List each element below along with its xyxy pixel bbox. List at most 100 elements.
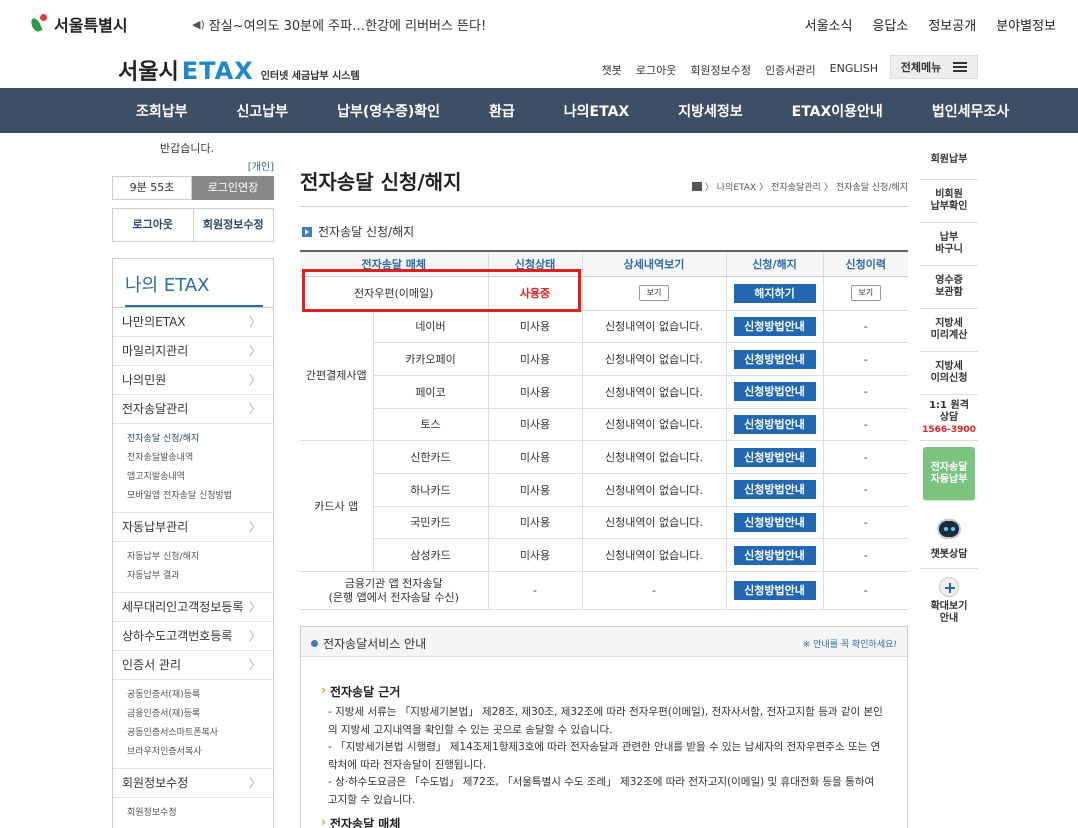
- quick-label: 전자송달: [930, 461, 968, 473]
- top-nav-news[interactable]: 서울소식: [805, 15, 853, 34]
- logout-button[interactable]: 로그아웃: [113, 209, 194, 241]
- info-box-title: 전자송달서비스 안내: [311, 635, 426, 652]
- util-english[interactable]: ENGLISH: [830, 62, 878, 78]
- gnb-receipt[interactable]: 납부(영수증)확인: [337, 101, 440, 121]
- apply-guide-button[interactable]: 신청방법안내: [733, 349, 816, 369]
- util-member-edit[interactable]: 회원정보수정: [690, 62, 751, 78]
- lnb-mileage[interactable]: 마일리지관리 〉: [113, 337, 273, 366]
- gnb-local-tax-info[interactable]: 지방세정보: [678, 101, 742, 121]
- lnb-sub-cert-phone-copy[interactable]: 공동인증서스마트폰복사: [127, 724, 273, 743]
- seoul-logo[interactable]: 서울특별시: [30, 12, 128, 36]
- lnb-sub-auto-pay-apply[interactable]: 자동납부 신청/해지: [127, 548, 273, 567]
- apply-guide-button[interactable]: 신청방법안내: [733, 316, 816, 336]
- quick-remote-support[interactable]: 1:1 원격 상담 1566-3900: [920, 395, 978, 441]
- gnb-my-etax[interactable]: 나의ETAX: [564, 101, 629, 121]
- apply-guide-button[interactable]: 신청방법안내: [733, 480, 816, 500]
- user-type: [개인]: [247, 162, 274, 173]
- quick-receipt-box[interactable]: 영수증 보관함: [920, 266, 978, 309]
- lnb-label: 나만의ETAX: [122, 315, 186, 329]
- view-history-button[interactable]: 보기: [850, 285, 881, 301]
- util-cert[interactable]: 인증서관리: [765, 62, 816, 78]
- cell-detail: 신청내역이 없습니다.: [581, 506, 726, 540]
- cell-action: 신청방법안내: [725, 538, 823, 572]
- apply-guide-button[interactable]: 신청방법안내: [733, 382, 816, 402]
- cell-media: 신한카드: [372, 440, 488, 474]
- lnb-tax-agent[interactable]: 세무대리인고객정보등록 〉: [113, 593, 273, 622]
- cell-media: 페이코: [372, 375, 488, 409]
- home-icon[interactable]: [691, 182, 702, 191]
- quick-tax-appeal[interactable]: 지방세 이의신청: [920, 352, 978, 395]
- quick-label: 챗봇상담: [930, 548, 968, 560]
- cell-history: -: [822, 440, 908, 474]
- member-edit-button[interactable]: 회원정보수정: [194, 209, 274, 241]
- util-logout[interactable]: 로그아웃: [636, 62, 676, 78]
- top-nav-response[interactable]: 응답소: [872, 15, 908, 34]
- lnb-sub-member-edit[interactable]: 회원정보수정: [127, 804, 273, 823]
- etax-logo[interactable]: 서울시 ETAX 인터넷 세금납부 시스템: [118, 54, 360, 86]
- lnb-sub-e-delivery-apply[interactable]: 전자송달 신청/해지: [127, 430, 273, 449]
- top-nav-fields[interactable]: 분야별정보: [996, 15, 1056, 34]
- breadcrumb-1[interactable]: 나의ETAX: [717, 180, 756, 193]
- cell-status: 미사용: [487, 506, 582, 540]
- quick-nonmember-check[interactable]: 비회원 납부확인: [920, 180, 978, 223]
- util-chatbot[interactable]: 챗봇: [602, 62, 622, 78]
- quick-e-delivery-autopay[interactable]: 전자송달 자동납부: [923, 447, 975, 501]
- lnb-my-etax[interactable]: 나만의ETAX 〉: [113, 308, 273, 337]
- lnb-auto-pay[interactable]: 자동납부관리 〉: [113, 513, 273, 542]
- cell-history: -: [822, 473, 908, 507]
- lnb-sub-browser-cert-copy[interactable]: 브라우저인증서복사: [127, 743, 273, 762]
- view-detail-button[interactable]: 보기: [639, 285, 669, 301]
- zoom-plus-icon: [939, 577, 959, 597]
- notice-banner[interactable]: ◀) 잠실~여의도 30분에 주파…한강에 리버버스 뜬다!: [192, 15, 486, 34]
- cell-media: 금융기관 앱 전자송달 (은행 앱에서 전자송달 수신): [300, 571, 488, 610]
- apply-guide-button[interactable]: 신청방법안내: [733, 512, 816, 532]
- quick-label: 바구니: [935, 244, 963, 255]
- lnb-cert[interactable]: 인증서 관리 〉: [113, 651, 273, 680]
- quick-label: 미리계산: [930, 330, 968, 341]
- apply-guide-button[interactable]: 신청방법안내: [733, 581, 816, 600]
- lnb-sub-app-notice-history[interactable]: 앱고지발송내역: [127, 468, 273, 487]
- gnb-guide[interactable]: ETAX이용안내: [792, 101, 883, 121]
- info-para-3: - 상·하수도요금은 「수도법」 제72조, 「서울특별시 수도 조례」 제32…: [328, 776, 875, 806]
- cell-detail: 신청내역이 없습니다.: [581, 538, 726, 572]
- breadcrumb-2[interactable]: 전자송달관리: [771, 180, 821, 193]
- breadcrumb-sep: 〉: [823, 183, 833, 193]
- lnb-complaints[interactable]: 나의민원 〉: [113, 366, 273, 395]
- all-menu-button[interactable]: 전체메뉴: [890, 55, 978, 79]
- bullet-dot-icon: [311, 640, 318, 647]
- cancel-subscription-button[interactable]: 해지하기: [733, 283, 816, 303]
- info-para-2: - 「지방세기본법 시행령」 제14조제1항제3호에 따라 전자송달과 관련한 …: [328, 741, 881, 771]
- lnb-water-customer[interactable]: 상하수도고객번호등록 〉: [113, 622, 273, 651]
- chevron-right-icon: 〉: [248, 344, 261, 358]
- top-nav-disclosure[interactable]: 정보공개: [928, 15, 976, 34]
- apply-guide-button[interactable]: 신청방법안내: [733, 545, 816, 565]
- gnb-corp-audit[interactable]: 법인세무조사: [932, 101, 1009, 121]
- cell-detail: -: [581, 571, 726, 610]
- lnb-e-delivery[interactable]: 전자송달관리 〉: [113, 395, 273, 424]
- chevron-right-icon: 〉: [248, 520, 261, 534]
- lnb-sub-financial-cert[interactable]: 금융인증서(재)등록: [127, 705, 273, 724]
- lnb-label: 자동납부관리: [122, 520, 189, 534]
- breadcrumb-sep: 〉: [759, 183, 769, 193]
- cell-action: 신청방법안내: [725, 342, 823, 376]
- quick-label: 보관함: [935, 287, 963, 298]
- quick-chatbot[interactable]: 챗봇상담: [920, 507, 978, 569]
- gnb-inquiry-pay[interactable]: 조회납부: [136, 101, 188, 121]
- bank-app-line2: (은행 앱에서 전자송달 수신): [328, 590, 459, 604]
- apply-guide-button[interactable]: 신청방법안내: [733, 414, 816, 434]
- quick-tax-calc[interactable]: 지방세 미리계산: [920, 309, 978, 352]
- lnb-sub-joint-cert[interactable]: 공동인증서(재)등록: [127, 686, 273, 705]
- quick-member-pay[interactable]: 회원납부: [920, 140, 978, 180]
- cell-history: -: [822, 571, 908, 610]
- gnb-report-pay[interactable]: 신고납부: [237, 101, 289, 121]
- lnb-sub-mobile-guide[interactable]: 모바일앱 전자송달 신청방법: [127, 487, 273, 506]
- apply-guide-button[interactable]: 신청방법안내: [733, 447, 816, 467]
- breadcrumb-sep: 〉: [704, 183, 714, 193]
- lnb-sub-auto-pay-result[interactable]: 자동납부 결과: [127, 567, 273, 586]
- lnb-sub-e-delivery-history[interactable]: 전자송달발송내역: [127, 449, 273, 468]
- quick-zoom-guide[interactable]: 확대보기 안내: [920, 569, 978, 633]
- extend-login-button[interactable]: 로그인연장: [192, 176, 274, 200]
- quick-pay-basket[interactable]: 납부 바구니: [920, 223, 978, 266]
- lnb-member-edit[interactable]: 회원정보수정 〉: [113, 769, 273, 798]
- gnb-refund[interactable]: 환급: [489, 101, 515, 121]
